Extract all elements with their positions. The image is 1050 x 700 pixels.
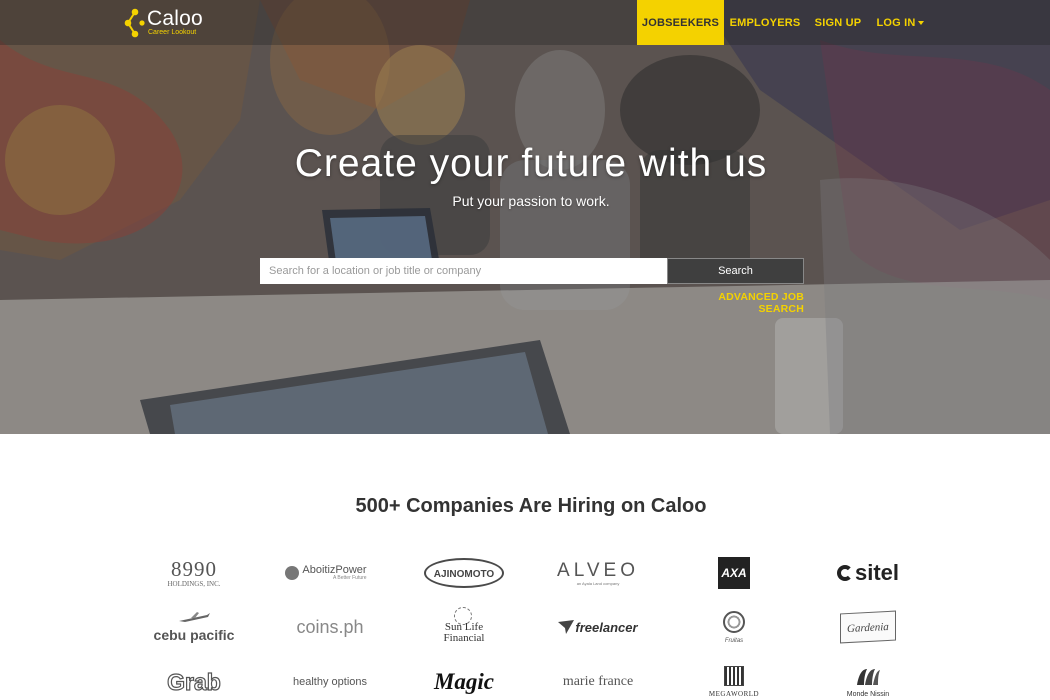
megaworld-emblem-icon — [724, 666, 744, 686]
cebu-pacific-plane-icon — [178, 612, 210, 622]
company-8990-sub: HOLDINGS, INC. — [167, 579, 221, 588]
company-marie-france-name: marie france — [562, 674, 634, 689]
company-grab-name: Grab — [167, 668, 222, 695]
company-magic-name: Magic — [433, 669, 495, 694]
freelancer-bird-icon — [558, 620, 575, 634]
ajinomoto-oval: AJINOMOTO — [423, 558, 505, 588]
company-freelancer-name: freelancer — [575, 619, 638, 635]
company-logo-freelancer[interactable]: freelancer — [528, 607, 668, 647]
sunlife-sun-icon — [454, 607, 472, 625]
company-sitel-name: sitel — [854, 560, 900, 585]
company-logo-monde-nissin[interactable]: Monde Nissin — [798, 662, 938, 700]
company-logo-fruitas[interactable]: Fruitas — [664, 607, 804, 647]
company-fruitas-name: Fruitas — [724, 637, 744, 644]
company-logo-magic[interactable]: Magic — [394, 662, 534, 700]
company-logo-healthy-options[interactable]: healthy options — [260, 662, 400, 700]
company-megaworld-name: MEGAWORLD — [708, 690, 760, 698]
company-8990-name: 8990 — [171, 556, 217, 581]
axa-square: AXA — [718, 557, 750, 589]
company-logo-grid: 8990 HOLDINGS, INC. AboitizPower A Bette… — [0, 0, 1050, 700]
company-cebu-pacific-name: cebu pacific — [153, 627, 235, 643]
company-sun-life-name: Sun Life Financial — [443, 621, 485, 644]
company-logo-alveo[interactable]: ALVEO an Ayala Land company — [528, 553, 668, 593]
company-alveo-name: ALVEO — [557, 559, 639, 581]
company-ajinomoto-name: AJINOMOTO — [433, 569, 495, 580]
company-logo-sun-life[interactable]: Sun Life Financial — [394, 607, 534, 647]
company-logo-ajinomoto[interactable]: AJINOMOTO — [394, 553, 534, 593]
company-logo-aboitizpower[interactable]: AboitizPower A Better Future — [256, 553, 396, 593]
company-logo-megaworld[interactable]: MEGAWORLD — [664, 662, 804, 700]
fruitas-emblem-icon — [723, 610, 745, 633]
company-logo-cebu-pacific[interactable]: cebu pacific — [124, 607, 264, 647]
company-logo-gardenia[interactable]: Gardenia — [798, 607, 938, 647]
company-axa-name: AXA — [721, 566, 747, 580]
company-logo-sitel[interactable]: sitel — [798, 553, 938, 593]
company-aboitizpower-sub: A Better Future — [332, 575, 367, 581]
company-monde-nissin-name: Monde Nissin — [846, 690, 890, 698]
monde-nissin-emblem-icon — [856, 668, 880, 685]
company-coins-ph-name: coins.ph — [296, 616, 364, 637]
company-logo-8990[interactable]: 8990 HOLDINGS, INC. — [124, 553, 264, 593]
company-healthy-options-name: healthy options — [293, 676, 367, 688]
aboitiz-icon — [285, 566, 300, 580]
company-logo-axa[interactable]: AXA — [664, 553, 804, 593]
company-logo-marie-france[interactable]: marie france — [528, 662, 668, 700]
company-alveo-sub: an Ayala Land company — [576, 580, 620, 586]
company-gardenia-name: Gardenia — [847, 620, 889, 636]
company-logo-coins-ph[interactable]: coins.ph — [260, 607, 400, 647]
sitel-icon — [836, 565, 853, 581]
gardenia-banner: Gardenia — [840, 610, 896, 644]
company-logo-grab[interactable]: Grab — [124, 662, 264, 700]
